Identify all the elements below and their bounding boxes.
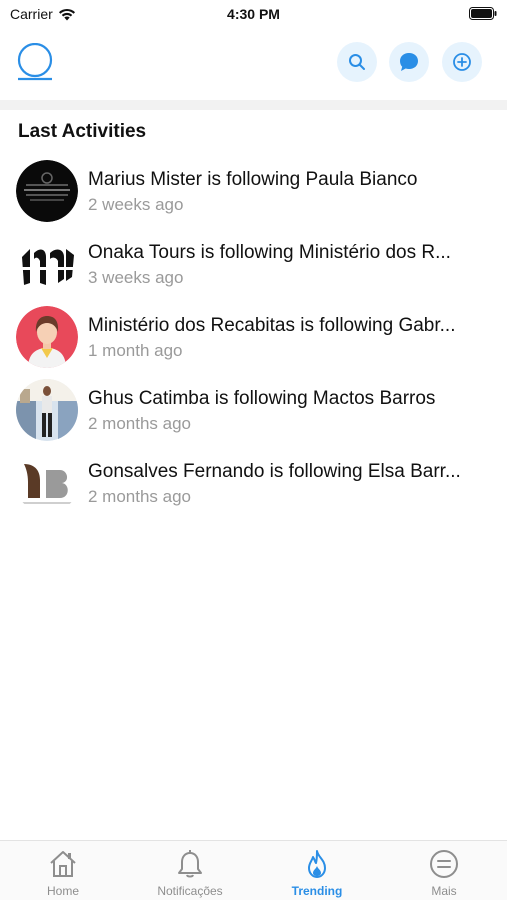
add-button[interactable] bbox=[442, 42, 482, 82]
tab-mais[interactable]: Mais bbox=[381, 841, 507, 900]
activity-item[interactable]: Ministério dos Recabitas is following Ga… bbox=[0, 306, 507, 379]
activity-item[interactable]: Gonsalves Fernando is following Elsa Bar… bbox=[0, 452, 507, 525]
flame-icon bbox=[308, 850, 326, 878]
activity-item[interactable]: Ghus Catimba is following Mactos Barros … bbox=[0, 379, 507, 452]
activity-item[interactable]: Marius Mister is following Paula Bianco … bbox=[0, 160, 507, 233]
activity-time: 2 months ago bbox=[88, 414, 192, 433]
status-bar: Carrier 4:30 PM bbox=[0, 0, 507, 28]
profile-ring-icon[interactable] bbox=[16, 43, 54, 81]
activity-text: Gonsalves Fernando is following Elsa Bar… bbox=[88, 461, 461, 482]
avatar[interactable] bbox=[16, 379, 78, 441]
activity-time: 1 month ago bbox=[88, 341, 183, 360]
top-nav bbox=[0, 34, 507, 94]
activity-text: Ghus Catimba is following Mactos Barros bbox=[88, 388, 436, 409]
activity-list: Marius Mister is following Paula Bianco … bbox=[0, 160, 507, 525]
home-icon bbox=[50, 851, 76, 877]
activity-time: 2 months ago bbox=[88, 487, 192, 506]
search-icon bbox=[349, 54, 365, 70]
avatar[interactable] bbox=[16, 233, 78, 295]
chat-bubble-icon bbox=[400, 53, 418, 71]
activity-time: 2 weeks ago bbox=[88, 195, 184, 214]
chat-button[interactable] bbox=[389, 42, 429, 82]
activity-item[interactable]: Onaka Tours is following Ministério dos … bbox=[0, 233, 507, 306]
tab-label: Notificações bbox=[157, 884, 223, 898]
activity-text: Onaka Tours is following Ministério dos … bbox=[88, 242, 451, 263]
avatar[interactable] bbox=[16, 452, 78, 514]
bell-icon bbox=[178, 850, 202, 878]
tab-trending[interactable]: Trending bbox=[254, 841, 380, 900]
avatar[interactable] bbox=[16, 160, 78, 222]
battery-icon bbox=[469, 7, 497, 20]
tab-notificacoes[interactable]: Notificações bbox=[127, 841, 253, 900]
tab-label: Mais bbox=[431, 884, 457, 898]
tab-home[interactable]: Home bbox=[0, 841, 126, 900]
activity-time: 3 weeks ago bbox=[88, 268, 184, 287]
tab-bar: Home Notificações Trending Mais bbox=[0, 840, 507, 900]
avatar[interactable] bbox=[16, 306, 78, 368]
header-divider bbox=[0, 100, 507, 110]
activity-text: Marius Mister is following Paula Bianco bbox=[88, 169, 418, 190]
menu-circle-icon bbox=[430, 850, 458, 878]
add-circle-icon bbox=[453, 53, 471, 71]
search-button[interactable] bbox=[337, 42, 377, 82]
tab-label: Trending bbox=[291, 884, 343, 898]
status-time: 4:30 PM bbox=[227, 6, 280, 22]
section-title: Last Activities bbox=[18, 121, 147, 142]
tab-label: Home bbox=[46, 884, 79, 898]
activity-text: Ministério dos Recabitas is following Ga… bbox=[88, 315, 456, 336]
